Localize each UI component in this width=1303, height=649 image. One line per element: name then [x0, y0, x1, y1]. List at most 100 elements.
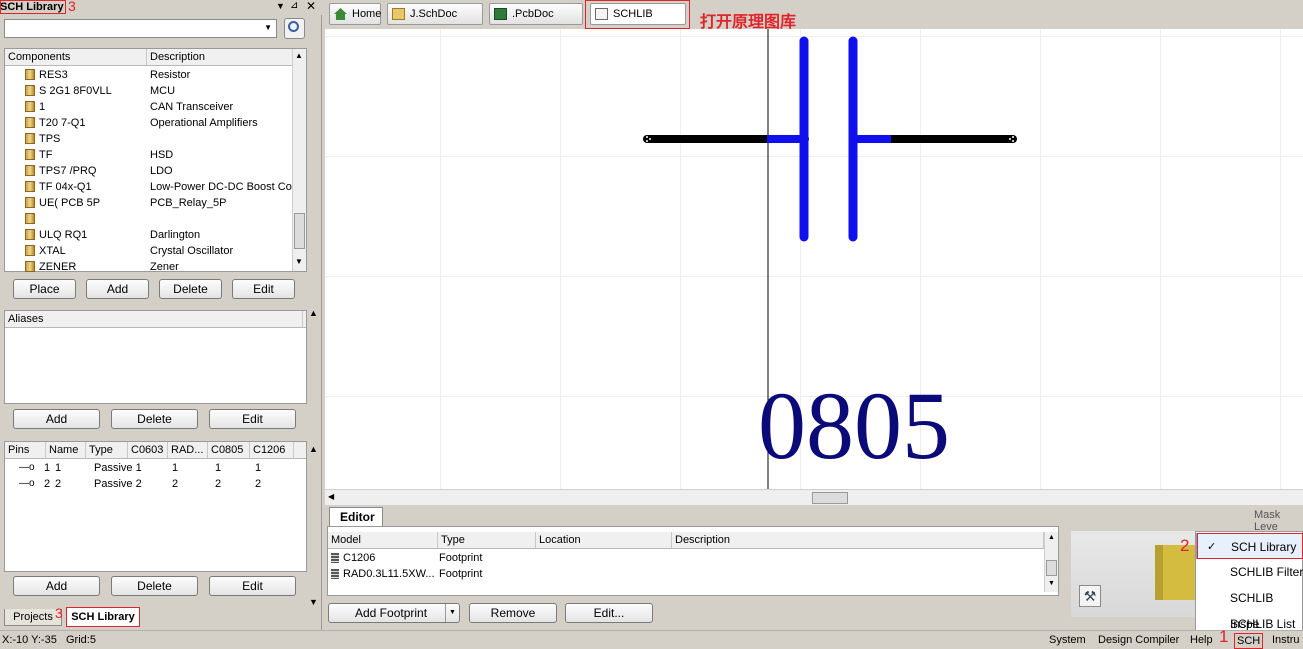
add-footprint-dropdown-icon[interactable]: ▼ — [445, 604, 459, 622]
search-button[interactable] — [284, 18, 305, 39]
add-footprint-button[interactable]: Add Footprint ▼ — [328, 603, 460, 623]
mask-level-label: Mask Leve — [1254, 509, 1281, 533]
component-icon — [25, 117, 35, 128]
tab-schdoc[interactable]: J.SchDoc — [387, 3, 483, 25]
add-component-button[interactable]: Add — [86, 279, 149, 299]
col-description-model[interactable]: Description — [672, 532, 1044, 548]
status-help-button[interactable]: Help — [1190, 631, 1213, 649]
editor-panel: Editor Model Type Location Description C… — [325, 505, 1303, 630]
status-system-button[interactable]: System — [1049, 631, 1086, 649]
expand-bottom-icon[interactable]: ▼ — [309, 597, 318, 607]
component-row[interactable]: ZENER Zener — [5, 259, 293, 275]
component-icon — [25, 197, 35, 208]
models-header: Model Type Location Description — [328, 532, 1044, 549]
filter-combo[interactable]: ▼ — [4, 19, 277, 38]
component-row[interactable]: TPS7 /PRQ LDO — [5, 163, 293, 179]
component-row[interactable]: 1 CAN Transceiver — [5, 99, 293, 115]
collapse-pins-icon[interactable]: ▲ — [309, 444, 318, 454]
delete-component-button[interactable]: Delete — [159, 279, 222, 299]
models-scroll-thumb[interactable] — [1046, 560, 1057, 576]
col-type-model[interactable]: Type — [438, 532, 536, 548]
col-c0805[interactable]: C0805 — [208, 442, 250, 458]
component-row[interactable]: T20 7-Q1 Operational Amplifiers — [5, 115, 293, 131]
component-row[interactable]: TF 04x-Q1 Low-Power DC-DC Boost Cor — [5, 179, 293, 195]
tab-projects[interactable]: Projects — [4, 609, 62, 626]
pin-row[interactable]: —o11Passive 11111 — [5, 460, 305, 476]
tab-pcbdoc[interactable]: .PcbDoc — [489, 3, 583, 25]
schlib-highlight-box — [585, 0, 690, 29]
schematic-canvas[interactable]: 0805 — [325, 29, 1303, 489]
component-icon — [25, 261, 35, 272]
col-components[interactable]: Components — [5, 49, 147, 65]
model-row[interactable]: C1206 Footprint — [328, 550, 1044, 566]
col-model[interactable]: Model — [328, 532, 438, 548]
pins-list: Pins Name Type C0603 RAD... C0805 C1206 … — [4, 441, 307, 572]
component-row[interactable]: TF HSD — [5, 147, 293, 163]
add-pin-button[interactable]: Add — [13, 576, 100, 596]
pin-cell: 2 — [215, 478, 222, 490]
edit-component-button[interactable]: Edit — [232, 279, 295, 299]
hscroll-thumb[interactable] — [812, 492, 848, 504]
tools-icon[interactable]: ⚒ — [1079, 585, 1101, 607]
status-instruments-button[interactable]: Instru — [1272, 631, 1300, 649]
component-row[interactable]: S 2G1 8F0VLL MCU — [5, 83, 293, 99]
pin-cell: 2 — [44, 478, 51, 490]
col-description[interactable]: Description — [147, 49, 293, 65]
status-sch-button[interactable]: SCH — [1234, 633, 1264, 649]
tab-home[interactable]: Home — [329, 3, 381, 25]
component-row[interactable]: TPS — [5, 131, 293, 147]
panel-menu-icon[interactable]: ▼ — [276, 1, 285, 11]
close-icon[interactable]: ✕ — [306, 0, 316, 13]
component-row[interactable]: ULQ RQ1 Darlington — [5, 227, 293, 243]
component-description: Zener — [150, 261, 179, 273]
scroll-down-icon[interactable]: ▼ — [295, 257, 303, 266]
models-scrollbar[interactable]: ▲ ▼ — [1044, 532, 1058, 592]
delete-pin-button[interactable]: Delete — [111, 576, 198, 596]
col-aliases[interactable]: Aliases — [5, 311, 303, 327]
col-name[interactable]: Name — [46, 442, 86, 458]
collapse-aliases-icon[interactable]: ▲ — [309, 308, 318, 318]
place-button[interactable]: Place — [13, 279, 76, 299]
component-name: UE( PCB 5P — [39, 197, 101, 209]
pin-row[interactable]: —o22Passive 22222 — [5, 476, 305, 492]
status-design-compiler-button[interactable]: Design Compiler — [1098, 631, 1179, 649]
pin-icon: —o — [19, 462, 35, 473]
col-rad[interactable]: RAD... — [168, 442, 208, 458]
component-icon — [25, 229, 35, 240]
add-alias-button[interactable]: Add — [13, 409, 100, 429]
menu-highlight-box — [1197, 533, 1303, 559]
scroll-up-icon[interactable]: ▲ — [295, 51, 303, 60]
menu-item-schlib-inspector[interactable]: SCHLIB Inspe — [1196, 585, 1303, 631]
tab-editor[interactable]: Editor — [329, 507, 383, 526]
pins-header: Pins Name Type C0603 RAD... C0805 C1206 — [5, 442, 306, 459]
col-type[interactable]: Type — [86, 442, 128, 458]
component-row[interactable]: XTAL Crystal Oscillator — [5, 243, 293, 259]
col-location[interactable]: Location — [536, 532, 672, 548]
menu-item-schlib-filter[interactable]: SCHLIB Filter — [1196, 559, 1303, 585]
component-row[interactable] — [5, 211, 293, 227]
component-name: TPS7 /PRQ — [39, 165, 97, 177]
models-scroll-up-icon[interactable]: ▲ — [1048, 534, 1055, 541]
scroll-left-icon[interactable]: ◀ — [328, 492, 334, 501]
edit-alias-button[interactable]: Edit — [209, 409, 296, 429]
model-row[interactable]: RAD0.3L11.5XW... Footprint — [328, 566, 1044, 582]
tab-sch-library[interactable]: SCH Library — [66, 607, 140, 627]
component-name: S 2G1 8F0VLL — [39, 85, 112, 97]
delete-alias-button[interactable]: Delete — [111, 409, 198, 429]
component-description: Darlington — [150, 229, 201, 241]
col-pins[interactable]: Pins — [5, 442, 46, 458]
edit-footprint-button[interactable]: Edit... — [565, 603, 653, 623]
remove-button[interactable]: Remove — [469, 603, 557, 623]
component-row[interactable]: UE( PCB 5P PCB_Relay_5P — [5, 195, 293, 211]
edit-pin-button[interactable]: Edit — [209, 576, 296, 596]
pin-cell: 1 — [172, 462, 179, 474]
component-row[interactable]: RES3 Resistor — [5, 67, 293, 83]
col-c1206[interactable]: C1206 — [250, 442, 294, 458]
scroll-thumb[interactable] — [294, 213, 305, 249]
canvas-hscrollbar[interactable]: ◀ — [325, 489, 1303, 505]
model-name: RAD0.3L11.5XW... — [343, 568, 435, 580]
col-c0603[interactable]: C0603 — [128, 442, 168, 458]
components-scrollbar[interactable]: ▲ ▼ — [292, 49, 306, 271]
models-scroll-down-icon[interactable]: ▼ — [1048, 580, 1055, 587]
pin-icon[interactable]: ⊿ — [290, 0, 298, 11]
